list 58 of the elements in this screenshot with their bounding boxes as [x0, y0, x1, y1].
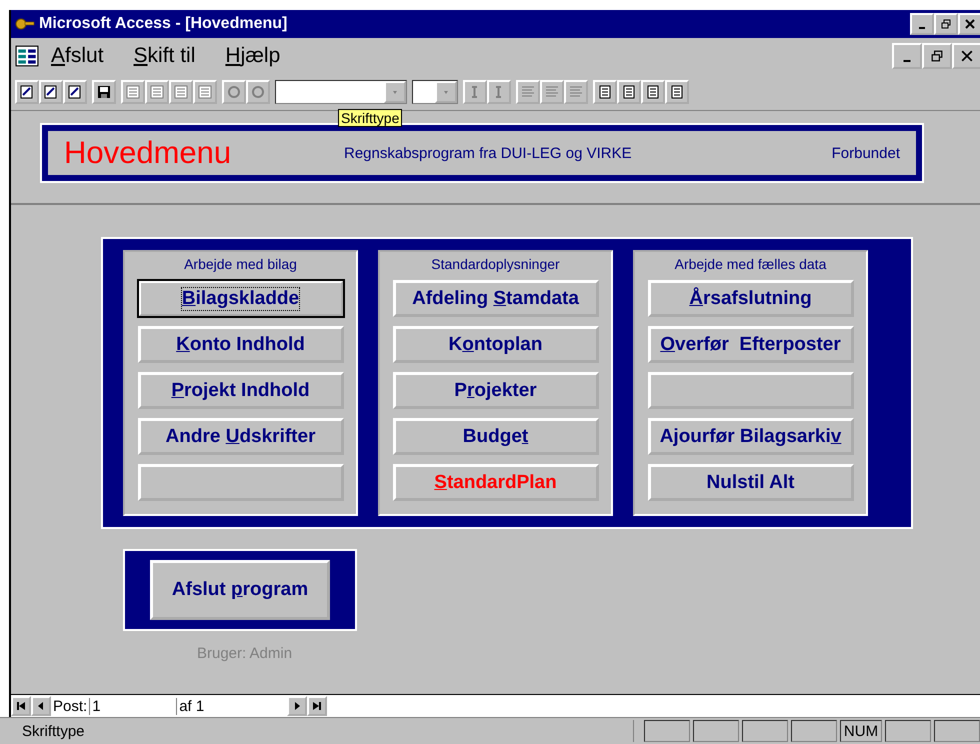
close-icon	[961, 50, 973, 62]
subtitle: Regnskabsprogram fra DUI-LEG og VIRKE	[344, 144, 632, 162]
menu-button[interactable]: Nulstil Alt	[648, 464, 854, 501]
previous-record-button[interactable]	[31, 696, 51, 716]
menu-button[interactable]: Konto Indhold	[138, 326, 344, 363]
save-icon[interactable]	[92, 80, 116, 104]
restore-icon	[931, 50, 943, 62]
menu-button[interactable]: Årsafslutning	[648, 280, 854, 317]
caret-icon	[391, 88, 399, 96]
align-left-icon[interactable]	[516, 80, 540, 104]
minimize-button[interactable]	[910, 13, 934, 35]
font-size-field[interactable]	[412, 80, 458, 104]
record-count: af 1	[178, 698, 206, 714]
close-icon	[965, 19, 975, 29]
key-icon	[15, 16, 35, 32]
window-title: Microsoft Access - [Hovedmenu]	[39, 15, 288, 33]
previous-icon	[36, 701, 46, 711]
minimize-icon	[919, 27, 925, 29]
record-label: Post:	[51, 698, 90, 714]
status-text: Skrifttype	[22, 722, 85, 740]
restore-button[interactable]	[922, 43, 952, 69]
menu-button[interactable]: Afdeling Stamdata	[392, 280, 598, 317]
menu-button[interactable]: Projekter	[392, 372, 598, 409]
last-record-button[interactable]	[307, 696, 328, 716]
minimize-icon	[903, 60, 911, 62]
status-indicator: NUM	[840, 720, 882, 742]
close-button[interactable]	[958, 13, 980, 35]
menu-button[interactable]: Kontoplan	[392, 326, 598, 363]
last-icon	[312, 701, 322, 711]
group-heading: Arbejde med fælles data	[674, 256, 826, 272]
menu-button[interactable]: Bilagskladde	[138, 280, 344, 317]
menu-item[interactable]: Hjælp	[225, 44, 280, 68]
restore-button[interactable]	[934, 13, 958, 35]
first-record-button[interactable]	[11, 696, 31, 716]
group-heading: Arbejde med bilag	[184, 256, 297, 272]
menu-item[interactable]: Afslut	[51, 44, 104, 68]
menu-button[interactable]: Budget	[392, 418, 598, 455]
exit-button[interactable]: Afslut program	[150, 560, 330, 620]
next-record-button[interactable]	[287, 696, 308, 716]
align-center-icon[interactable]	[540, 80, 564, 104]
tooltip: Skrifttype	[338, 109, 402, 127]
group-heading: Standardoplysninger	[431, 256, 560, 272]
menu-item[interactable]: Skift til	[134, 44, 196, 68]
menu-button[interactable]: Ajourfør Bilagsarkiv	[648, 418, 854, 455]
caret-icon	[442, 88, 450, 96]
restore-icon	[941, 19, 951, 29]
menu-button[interactable]: Andre Udskrifter	[138, 418, 344, 455]
align-right-icon[interactable]	[564, 80, 588, 104]
user-label: Bruger: Admin	[197, 645, 294, 662]
menu-button[interactable]: Projekt Indhold	[138, 372, 344, 409]
record-number-field[interactable]: 1	[90, 698, 178, 714]
next-icon	[292, 701, 302, 711]
menu-button[interactable]: Overfør Efterposter	[648, 326, 854, 363]
form-icon[interactable]	[15, 45, 39, 67]
close-button[interactable]	[952, 43, 980, 69]
first-icon	[16, 701, 26, 711]
form-title: Hovedmenu	[64, 135, 232, 171]
organization-label: Forbundet	[832, 144, 900, 162]
